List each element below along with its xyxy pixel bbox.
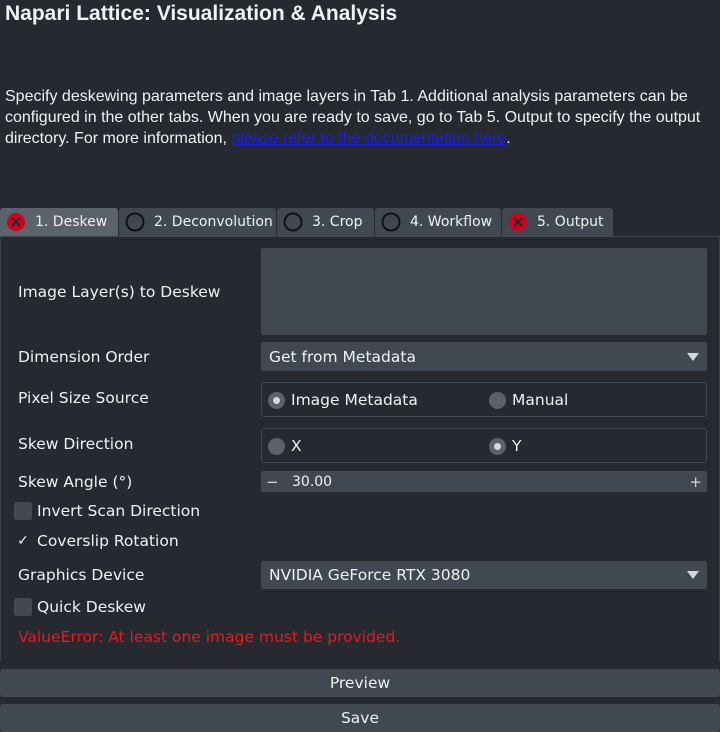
pixel-size-source-group: Image Metadata Manual bbox=[261, 382, 707, 417]
empty-circle-icon bbox=[381, 212, 401, 232]
tab-deskew[interactable]: 1. Deskew bbox=[0, 208, 118, 236]
checkbox-label: Quick Deskew bbox=[37, 598, 146, 616]
chevron-down-icon bbox=[687, 571, 699, 579]
dimension-order-select[interactable]: Get from Metadata bbox=[261, 342, 707, 371]
error-icon bbox=[7, 213, 25, 231]
pixel-size-source-label: Pixel Size Source bbox=[18, 389, 149, 407]
tab-crop[interactable]: 3. Crop bbox=[277, 208, 374, 236]
radio-indicator bbox=[268, 437, 285, 455]
window-title: Napari Lattice: Visualization & Analysis bbox=[5, 2, 398, 25]
checkmark-icon: ✓ bbox=[17, 533, 29, 549]
checkbox-label: Coverslip Rotation bbox=[37, 532, 179, 550]
increment-button[interactable]: + bbox=[689, 473, 702, 491]
radio-indicator bbox=[489, 437, 506, 455]
save-button[interactable]: Save bbox=[0, 704, 720, 732]
radio-image-metadata[interactable]: Image Metadata bbox=[268, 391, 418, 409]
image-layers-label: Image Layer(s) to Deskew bbox=[18, 283, 221, 301]
error-message: ValueError: At least one image must be p… bbox=[18, 628, 401, 646]
coverslip-rotation-checkbox[interactable]: ✓ Coverslip Rotation bbox=[14, 532, 179, 550]
documentation-link[interactable]: please refer to the documentation here bbox=[231, 130, 506, 147]
radio-indicator bbox=[268, 391, 285, 409]
invert-scan-checkbox[interactable]: Invert Scan Direction bbox=[14, 502, 200, 520]
empty-circle-icon bbox=[125, 212, 145, 232]
intro-text: Specify deskewing parameters and image l… bbox=[5, 86, 717, 149]
skew-angle-spinbox[interactable]: − 30.00 + bbox=[261, 471, 707, 492]
preview-button[interactable]: Preview bbox=[0, 669, 720, 697]
skew-direction-label: Skew Direction bbox=[18, 435, 134, 453]
decrement-button[interactable]: − bbox=[266, 473, 279, 491]
graphics-device-select[interactable]: NVIDIA GeForce RTX 3080 bbox=[261, 561, 707, 589]
chevron-down-icon bbox=[687, 352, 699, 361]
tab-deconvolution[interactable]: 2. Deconvolution bbox=[119, 208, 276, 236]
radio-manual[interactable]: Manual bbox=[489, 391, 568, 409]
tab-label: 5. Output bbox=[537, 214, 604, 230]
graphics-device-label: Graphics Device bbox=[18, 566, 145, 584]
quick-deskew-checkbox[interactable]: Quick Deskew bbox=[14, 598, 146, 616]
empty-circle-icon bbox=[283, 212, 303, 232]
radio-label: X bbox=[291, 437, 302, 455]
tab-workflow[interactable]: 4. Workflow bbox=[375, 208, 501, 236]
checkbox-label: Invert Scan Direction bbox=[37, 502, 201, 520]
radio-label: Manual bbox=[512, 391, 569, 409]
radio-indicator bbox=[489, 391, 506, 409]
tab-label: 2. Deconvolution bbox=[154, 214, 273, 230]
skew-direction-group: X Y bbox=[261, 428, 707, 463]
image-layers-list[interactable] bbox=[261, 248, 707, 335]
radio-y[interactable]: Y bbox=[489, 437, 521, 455]
tab-output[interactable]: 5. Output bbox=[502, 208, 613, 236]
tab-label: 1. Deskew bbox=[35, 214, 108, 230]
graphics-device-value: NVIDIA GeForce RTX 3080 bbox=[269, 566, 471, 584]
radio-label: Image Metadata bbox=[291, 391, 418, 409]
radio-label: Y bbox=[512, 437, 522, 455]
intro-end: . bbox=[506, 130, 511, 147]
skew-angle-label: Skew Angle (°) bbox=[18, 473, 133, 491]
radio-x[interactable]: X bbox=[268, 437, 302, 455]
checkbox-box bbox=[14, 502, 32, 520]
tab-label: 4. Workflow bbox=[410, 214, 493, 230]
checkbox-box bbox=[14, 598, 32, 616]
dimension-order-label: Dimension Order bbox=[18, 348, 150, 366]
error-icon bbox=[509, 213, 527, 231]
dimension-order-value: Get from Metadata bbox=[269, 347, 416, 366]
skew-angle-value: 30.00 bbox=[292, 473, 333, 490]
tab-label: 3. Crop bbox=[312, 214, 363, 230]
